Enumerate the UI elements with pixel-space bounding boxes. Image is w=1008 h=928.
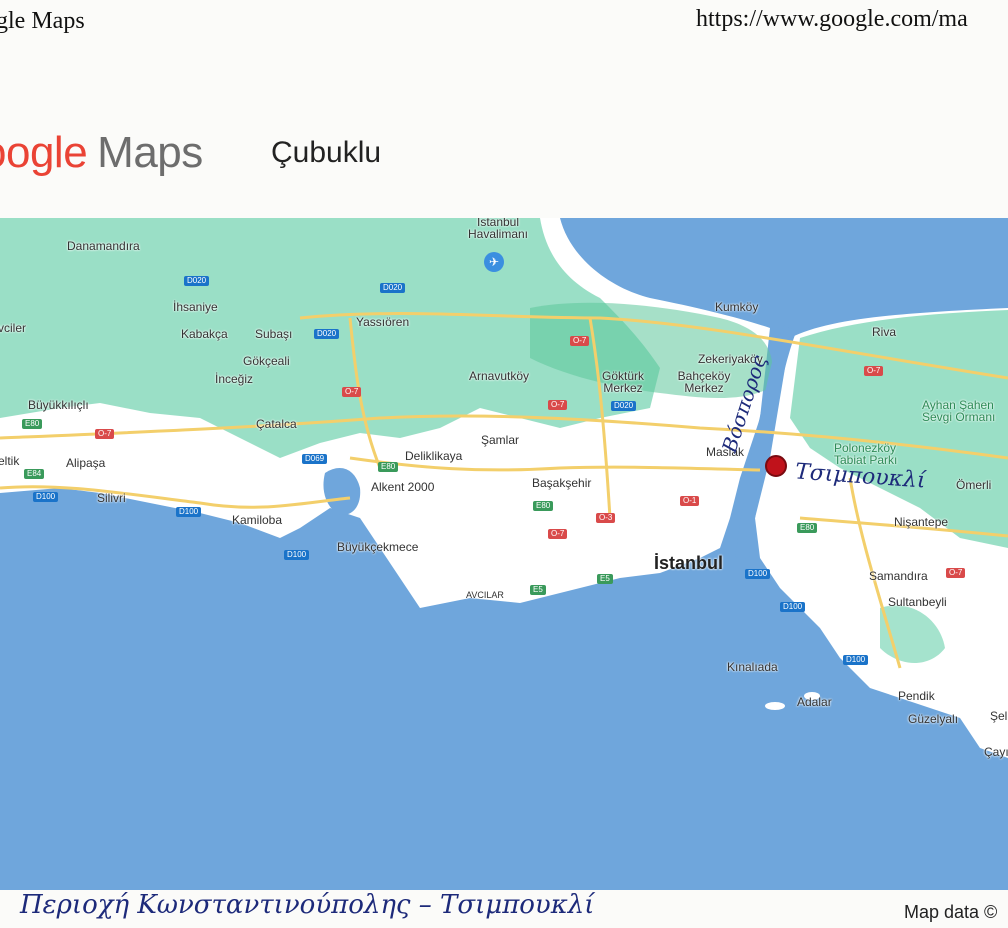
place-label[interactable]: Büyükçekmece (337, 541, 418, 553)
road-shield: D100 (780, 602, 806, 612)
road-shield: O-1 (680, 496, 700, 506)
place-label[interactable]: Alipaşa (66, 457, 105, 469)
airport-label[interactable]: İstanbul Havalimanı (456, 218, 540, 240)
place-label[interactable]: Büyükkılıçlı (28, 399, 89, 411)
handwritten-caption: Περιοχή Κωνσταντινούπολης – Τσιμπουκλί (20, 890, 595, 920)
road-shield: D100 (745, 569, 771, 579)
place-label[interactable]: Çatalca (256, 418, 297, 430)
road-shield: E84 (24, 469, 45, 479)
place-label[interactable]: Nişantepe (894, 516, 948, 528)
road-shield: O-7 (548, 529, 568, 539)
airport-icon[interactable]: ✈ (484, 252, 504, 272)
place-label[interactable]: İnceğiz (215, 373, 253, 385)
logo-maps-text: Maps (97, 128, 203, 177)
road-shield: E80 (378, 462, 399, 472)
google-maps-logo[interactable]: oogleMaps (0, 128, 203, 178)
road-shield: D020 (380, 283, 406, 293)
road-shield: D020 (611, 401, 637, 411)
place-label[interactable]: vciler (0, 322, 26, 334)
road-shield: E80 (533, 501, 554, 511)
place-label[interactable]: AVCILAR (466, 591, 504, 600)
place-label[interactable]: Şel (990, 710, 1007, 722)
place-label[interactable]: Kumköy (715, 301, 758, 313)
place-label[interactable]: Alkent 2000 (371, 481, 434, 493)
place-label[interactable]: Şamlar (481, 434, 519, 446)
location-pin-icon[interactable] (765, 455, 787, 477)
logo-google-text: oogle (0, 128, 88, 177)
road-shield: O-7 (548, 400, 568, 410)
place-label[interactable]: Adalar (797, 696, 832, 708)
road-shield: D100 (33, 492, 59, 502)
place-label[interactable]: Samandıra (869, 570, 928, 582)
map-data-attribution[interactable]: Map data © (904, 902, 997, 923)
place-label[interactable]: Pendik (898, 690, 935, 702)
road-shield: D069 (302, 454, 328, 464)
road-shield: O-7 (95, 429, 115, 439)
print-page-title: gle Maps (0, 8, 85, 34)
place-label[interactable]: İhsaniye (173, 301, 218, 313)
place-label[interactable]: Kınalıada (727, 661, 778, 673)
road-shield: D100 (284, 550, 310, 560)
road-shield: E80 (797, 523, 818, 533)
place-label[interactable]: Bahçeköy Merkez (674, 370, 734, 394)
road-shield: D020 (314, 329, 340, 339)
road-shield: D020 (184, 276, 210, 286)
place-label[interactable]: Deliklikaya (405, 450, 462, 462)
road-shield: O-7 (342, 387, 362, 397)
road-shield: D100 (176, 507, 202, 517)
place-label[interactable]: Riva (872, 326, 896, 338)
map-base-svg (0, 218, 1008, 890)
road-shield: O-7 (570, 336, 590, 346)
place-label[interactable]: Yassıören (356, 316, 409, 328)
city-label-istanbul[interactable]: İstanbul (654, 554, 723, 572)
road-shield: E80 (22, 419, 43, 429)
place-label[interactable]: Başakşehir (532, 477, 591, 489)
road-shield: D100 (843, 655, 869, 665)
place-label[interactable]: Arnavutköy (469, 370, 529, 382)
place-label[interactable]: Silivri (97, 492, 126, 504)
road-shield: O-3 (596, 513, 616, 523)
place-label[interactable]: Danamandıra (67, 240, 140, 252)
place-label[interactable]: Ömerli (956, 479, 991, 491)
place-label[interactable]: Göktürk Merkez (598, 370, 648, 394)
place-label[interactable]: eltik (0, 455, 19, 467)
road-shield: O-7 (946, 568, 966, 578)
place-label[interactable]: Sultanbeyli (888, 596, 947, 608)
place-label[interactable]: Güzelyalı (908, 713, 958, 725)
print-page-url: https://www.google.com/ma (696, 6, 968, 32)
road-shield: O-7 (864, 366, 884, 376)
place-label[interactable]: Kabakça (181, 328, 228, 340)
place-label[interactable]: Çayı (984, 746, 1008, 758)
road-shield: E5 (530, 585, 546, 595)
road-shield: E5 (597, 574, 613, 584)
searched-place-title: Çubuklu (271, 136, 382, 169)
park-label[interactable]: Ayhan Şahen Sevgi Ormanı (922, 399, 1008, 423)
island (765, 702, 785, 710)
print-header: gle Maps https://www.google.com/ma (0, 6, 1008, 46)
place-label[interactable]: Subaşı (255, 328, 292, 340)
place-label[interactable]: Kamiloba (232, 514, 282, 526)
map-canvas[interactable]: ✈ Danamandıra İhsaniye Kabakça Subaşı Ya… (0, 218, 1008, 890)
place-label[interactable]: Gökçeali (243, 355, 290, 367)
